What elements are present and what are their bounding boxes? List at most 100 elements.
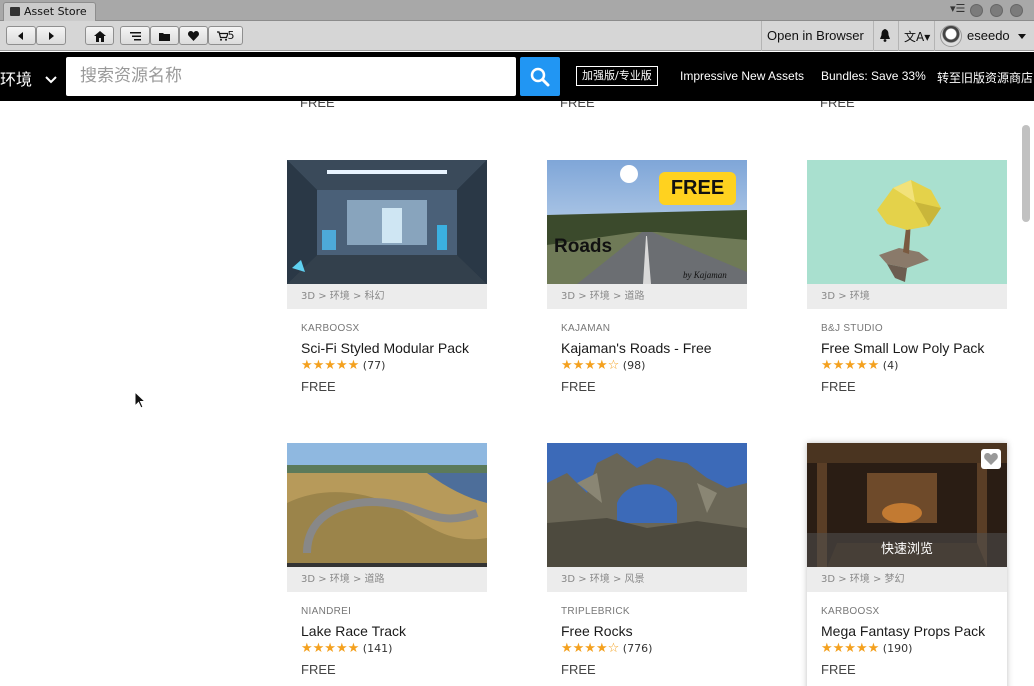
asset-breadcrumb[interactable]: 3D > 环境 > 科幻 (287, 284, 487, 309)
impressive-new-assets-link[interactable]: Impressive New Assets (680, 69, 804, 83)
minimize-button[interactable] (970, 4, 983, 17)
close-button[interactable] (1010, 4, 1023, 17)
free-badge: FREE (659, 172, 736, 205)
asset-rating: ★★★★★ (141) (301, 641, 392, 656)
asset-store-tab[interactable]: Asset Store (3, 2, 96, 21)
folder-icon (159, 32, 170, 41)
cart-icon (216, 31, 229, 41)
cart-button[interactable]: 5 (208, 26, 243, 45)
asset-card[interactable]: 3D > 环境 > 道路 NIANDREI Lake Race Track ★★… (287, 443, 487, 686)
heart-icon (188, 31, 199, 41)
search-icon (530, 67, 550, 87)
chevron-down-icon (45, 76, 57, 84)
mouse-cursor-icon (134, 391, 146, 409)
asset-thumbnail[interactable] (807, 160, 1007, 284)
bundles-link[interactable]: Bundles: Save 33% (821, 69, 926, 83)
asset-card[interactable]: 3D > 环境 B&J STUDIO Free Small Low Poly P… (807, 160, 1007, 420)
asset-title[interactable]: Free Rocks (561, 623, 633, 639)
asset-thumbnail[interactable]: 快速浏览 (807, 443, 1007, 567)
back-arrow-icon (18, 32, 23, 40)
category-dropdown[interactable]: 环境 (0, 66, 57, 90)
review-count: (77) (362, 359, 386, 372)
back-button[interactable] (6, 26, 36, 45)
chevron-down-icon[interactable] (1018, 34, 1026, 39)
thumbnail-caption: Roads (554, 236, 613, 257)
forward-button[interactable] (36, 26, 66, 45)
avatar[interactable] (940, 25, 962, 47)
thumbnail-signature: by Kajaman (683, 270, 727, 280)
tab-title: Asset Store (24, 5, 87, 18)
search-button[interactable] (520, 57, 560, 96)
asset-publisher[interactable]: B&J STUDIO (821, 323, 883, 334)
review-count: (4) (882, 359, 899, 372)
forward-arrow-icon (49, 32, 54, 40)
star-rating: ★★★★★ (821, 641, 880, 656)
asset-thumbnail[interactable] (287, 443, 487, 567)
asset-title[interactable]: Free Small Low Poly Pack (821, 340, 984, 356)
asset-rating: ★★★★★ (77) (301, 358, 385, 373)
asset-rating: ★★★★★ (4) (821, 358, 898, 373)
home-button[interactable] (85, 26, 114, 45)
asset-breadcrumb[interactable]: 3D > 环境 > 道路 (547, 284, 747, 309)
cart-count: 5 (227, 29, 235, 42)
tab-menu-icon[interactable]: ▾☰ (950, 2, 965, 15)
review-count: (98) (622, 359, 646, 372)
plus-pro-link[interactable]: 加强版/专业版 (576, 66, 658, 86)
star-rating: ★★★★☆ (561, 641, 620, 656)
translate-icon: 文A▾ (904, 30, 931, 44)
my-assets-button[interactable] (150, 26, 179, 45)
asset-breadcrumb[interactable]: 3D > 环境 > 梦幻 (807, 567, 1007, 592)
asset-price: FREE (560, 101, 595, 110)
asset-price: FREE (821, 662, 856, 677)
search-input[interactable]: 搜索资源名称 (66, 57, 516, 96)
toolbar-divider (898, 21, 899, 51)
open-in-browser-button[interactable]: Open in Browser (767, 28, 864, 43)
asset-thumbnail[interactable] (547, 443, 747, 567)
asset-price: FREE (561, 379, 596, 394)
asset-publisher[interactable]: KARBOOSX (821, 606, 880, 617)
browser-toolbar: 5 Open in Browser 文A▾ eseedo (0, 21, 1034, 51)
favorite-button[interactable] (981, 449, 1001, 469)
toolbar-divider (873, 21, 874, 51)
asset-publisher[interactable]: KARBOOSX (301, 323, 360, 334)
star-rating: ★★★★★ (821, 358, 880, 373)
store-header: 环境 搜索资源名称 加强版/专业版 Impressive New Assets … (0, 52, 1034, 101)
star-rating: ★★★★★ (301, 358, 360, 373)
legacy-store-link[interactable]: 转至旧版资源商店 (937, 69, 1033, 86)
asset-thumbnail[interactable] (287, 160, 487, 284)
asset-breadcrumb[interactable]: 3D > 环境 > 风景 (547, 567, 747, 592)
asset-rating: ★★★★★ (190) (821, 641, 912, 656)
quick-view-button[interactable]: 快速浏览 (807, 533, 1007, 567)
asset-card[interactable]: 快速浏览 3D > 环境 > 梦幻 KARBOOSX Mega Fantasy … (807, 443, 1007, 686)
asset-card[interactable]: 3D > 环境 > 科幻 KARBOOSX Sci-Fi Styled Modu… (287, 160, 487, 420)
asset-card[interactable]: 3D > 环境 > 风景 TRIPLEBRICK Free Rocks ★★★★… (547, 443, 747, 686)
home-icon (93, 30, 106, 42)
bell-icon[interactable] (879, 29, 891, 42)
asset-thumbnail[interactable]: FREE Roads by Kajaman (547, 160, 747, 284)
asset-title[interactable]: Sci-Fi Styled Modular Pack (301, 340, 469, 356)
asset-price: FREE (821, 379, 856, 394)
asset-card[interactable]: FREE Roads by Kajaman 3D > 环境 > 道路 KAJAM… (547, 160, 747, 420)
asset-publisher[interactable]: KAJAMAN (561, 323, 610, 334)
list-icon (129, 31, 141, 40)
language-selector[interactable]: 文A▾ (904, 28, 930, 45)
wishlist-button[interactable] (179, 26, 208, 45)
asset-price: FREE (561, 662, 596, 677)
review-count: (776) (622, 642, 653, 655)
downloads-button[interactable] (120, 26, 150, 45)
asset-title[interactable]: Lake Race Track (301, 623, 406, 639)
user-menu[interactable]: eseedo (967, 28, 1010, 43)
asset-breadcrumb[interactable]: 3D > 环境 (807, 284, 1007, 309)
asset-breadcrumb[interactable]: 3D > 环境 > 道路 (287, 567, 487, 592)
asset-publisher[interactable]: NIANDREI (301, 606, 351, 617)
asset-rating: ★★★★☆ (776) (561, 641, 652, 656)
window-tab-bar: Asset Store ▾☰ (0, 0, 1034, 21)
asset-publisher[interactable]: TRIPLEBRICK (561, 606, 630, 617)
star-rating: ★★★★★ (301, 641, 360, 656)
asset-title[interactable]: Mega Fantasy Props Pack (821, 623, 985, 639)
scrollbar-thumb[interactable] (1022, 125, 1030, 222)
maximize-button[interactable] (990, 4, 1003, 17)
asset-title[interactable]: Kajaman's Roads - Free (561, 340, 712, 356)
heart-icon (984, 453, 998, 465)
asset-price: FREE (300, 101, 335, 110)
